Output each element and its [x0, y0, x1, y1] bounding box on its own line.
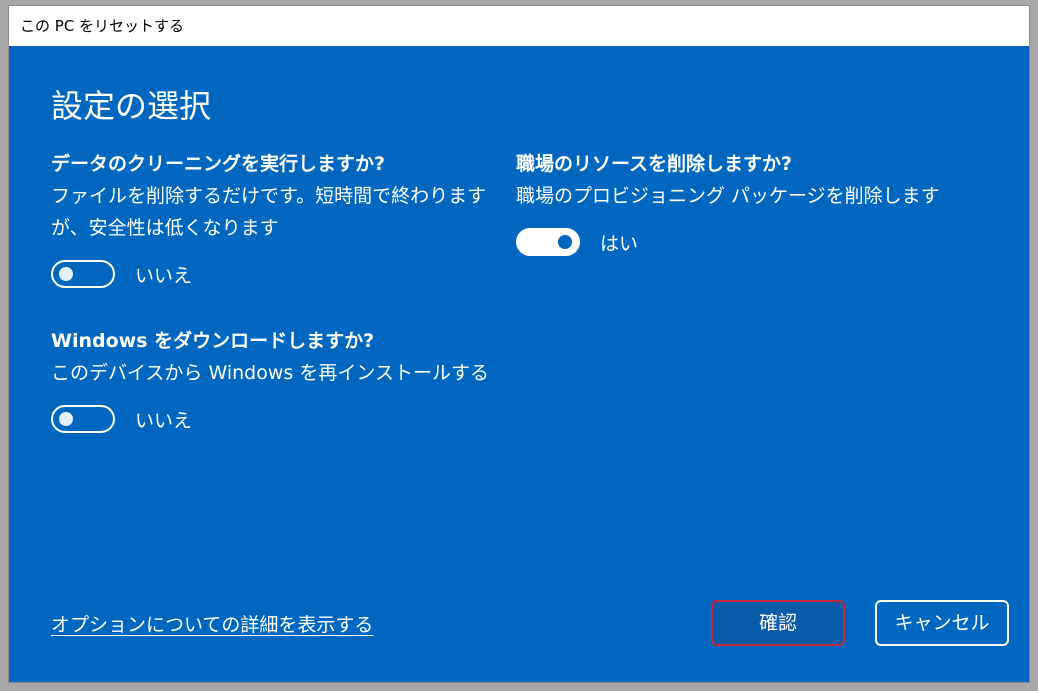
toggle-knob — [558, 235, 572, 249]
download-windows-section: Windows をダウンロードしますか? このデバイスから Windows を再… — [51, 327, 491, 435]
options-details-link[interactable]: オプションについての詳細を表示する — [51, 611, 373, 639]
workplace-resources-toggle-row: はい — [516, 226, 996, 258]
workplace-resources-toggle-label: はい — [600, 232, 639, 255]
workplace-resources-title: 職場のリソースを削除しますか? — [516, 153, 793, 175]
clean-data-title: データのクリーニングを実行しますか? — [51, 153, 386, 175]
reset-pc-window: この PC をリセットする 設定の選択 データのクリーニングを実行しますか? フ… — [9, 6, 1029, 682]
download-windows-toggle[interactable] — [51, 405, 115, 433]
workplace-resources-toggle[interactable] — [516, 228, 580, 256]
confirm-button[interactable]: 確認 — [711, 600, 845, 646]
clean-data-section: データのクリーニングを実行しますか? ファイルを削除するだけです。短時間で終わり… — [51, 150, 491, 290]
clean-data-toggle[interactable] — [51, 260, 115, 288]
window-titlebar: この PC をリセットする — [9, 6, 1029, 46]
window-title: この PC をリセットする — [20, 17, 185, 35]
workplace-resources-section: 職場のリソースを削除しますか? 職場のプロビジョニング パッケージを削除します … — [516, 150, 996, 258]
clean-data-toggle-label: いいえ — [135, 264, 193, 287]
download-windows-description: このデバイスから Windows を再インストールする — [51, 362, 489, 384]
clean-data-toggle-row: いいえ — [51, 258, 491, 290]
toggle-knob — [59, 267, 73, 281]
dialog-content: 設定の選択 データのクリーニングを実行しますか? ファイルを削除するだけです。短… — [9, 46, 1029, 682]
download-windows-title: Windows をダウンロードしますか? — [51, 330, 375, 352]
download-windows-toggle-row: いいえ — [51, 403, 491, 435]
download-windows-toggle-label: いいえ — [135, 409, 193, 432]
cancel-button[interactable]: キャンセル — [875, 600, 1009, 646]
toggle-knob — [59, 412, 73, 426]
clean-data-description: ファイルを削除するだけです。短時間で終わりますが、安全性は低くなります — [51, 185, 487, 239]
page-title: 設定の選択 — [51, 87, 212, 125]
workplace-resources-description: 職場のプロビジョニング パッケージを削除します — [516, 185, 940, 207]
